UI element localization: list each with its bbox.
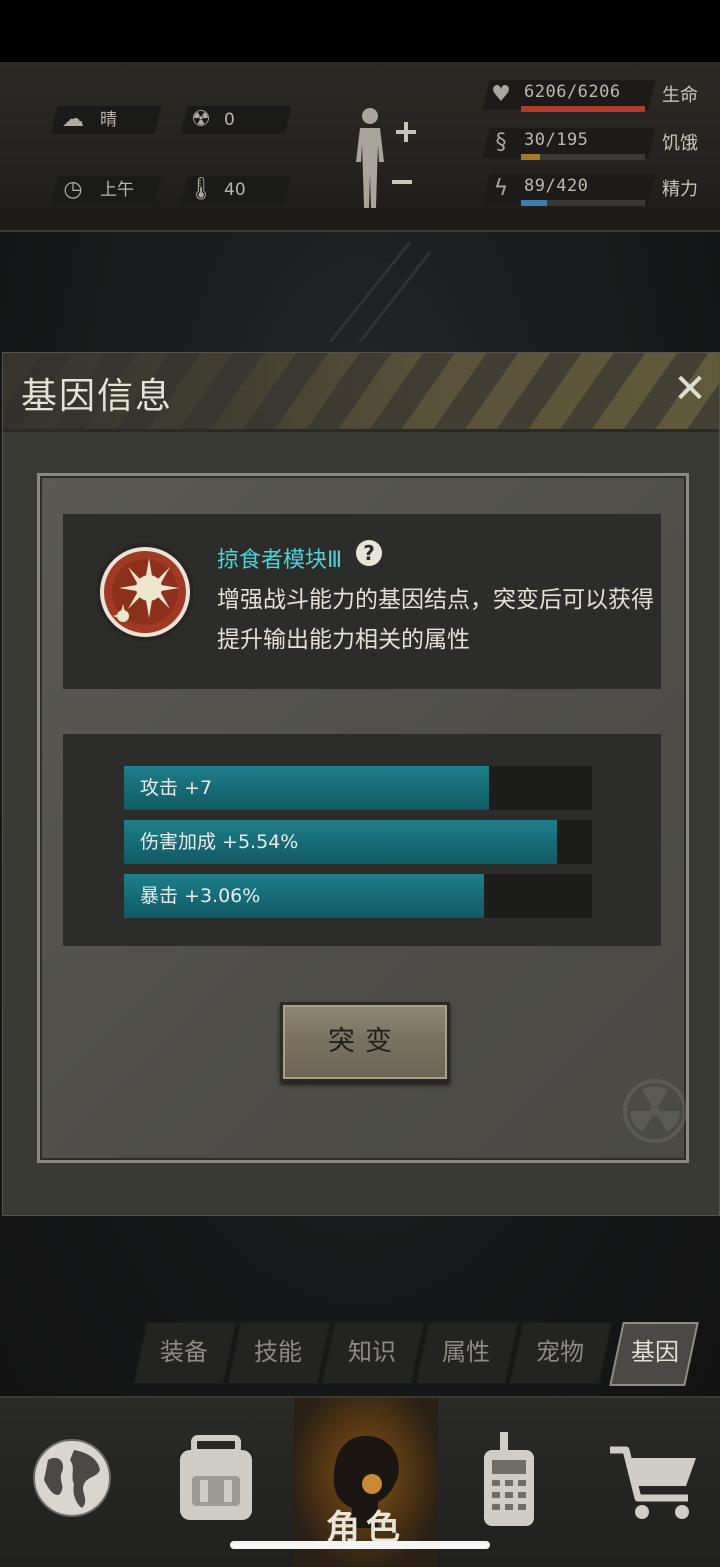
gene-info-box: 掠食者模块Ⅲ ? 增强战斗能力的基因结点，突变后可以获得提升输出能力相关的属性 [63,514,661,689]
close-icon[interactable]: ✕ [667,363,713,415]
life-label: 生命 [662,85,698,106]
stat-row-damage-bonus: 伤害加成 +5.54% [124,820,592,864]
weather-label: 晴 [100,110,117,130]
tab-pets-label[interactable]: 宠物 [513,1322,607,1382]
human-body-icon[interactable] [348,104,420,214]
temperature-value: 40 [224,180,246,200]
hunger-value: 30/195 [524,130,589,150]
stat-row-label: 攻击 +7 [140,777,213,799]
energy-label: 精力 [662,179,698,200]
energy-head-icon: ϟ [493,176,509,201]
spiky-virus-icon [96,543,194,641]
life-bar [521,106,645,112]
hunger-bar-fill [521,154,541,160]
gene-stats-box: 攻击 +7 伤害加成 +5.54% 暴击 +3.06% [63,734,661,946]
gene-info-modal: 基因信息 ✕ 掠食者模块Ⅲ ? 增强战斗能力的基因结点，突变后可以获得提升输出能… [2,352,720,1216]
radiation-emblem-icon [623,1079,687,1143]
stat-row-label: 暴击 +3.06% [140,885,261,907]
hunger-label: 饥饿 [662,133,698,154]
nav-world[interactable] [0,1398,144,1567]
help-icon[interactable]: ? [356,540,382,566]
globe-icon [33,1439,111,1517]
stomach-icon: § [495,130,507,155]
scene-decoration [328,241,432,343]
radiation-value: 0 [224,110,235,130]
energy-bar [521,200,645,206]
backpack-icon [180,1435,252,1520]
radiation-icon: ☢ [191,107,211,132]
cloud-sun-icon: ☁ [62,107,84,132]
nav-shop[interactable] [580,1398,720,1567]
character-tab-bar: 装备 技能 知识 属性 宠物 基因 [130,1322,710,1386]
time-label: 上午 [100,180,134,200]
energy-bar-fill [521,200,548,206]
shopping-cart-icon [610,1446,696,1519]
gene-name: 掠食者模块Ⅲ [217,548,343,573]
mutate-button[interactable]: 突变 [280,1002,450,1082]
stat-row-crit: 暴击 +3.06% [124,874,592,918]
top-safe-area [0,0,720,62]
tab-equipment-label[interactable]: 装备 [137,1322,231,1382]
energy-value: 89/420 [524,176,589,196]
hunger-bar [521,154,645,160]
stat-row-attack: 攻击 +7 [124,766,592,810]
thermometer-icon: 🌡︎ [187,177,215,202]
clock-icon: ◷ [63,177,83,202]
modal-title: 基因信息 [21,376,174,417]
life-bar-fill [521,106,645,112]
tab-attributes-label[interactable]: 属性 [419,1322,513,1382]
tab-skills-label[interactable]: 技能 [231,1322,325,1382]
home-indicator[interactable] [230,1541,490,1549]
gene-description: 增强战斗能力的基因结点，突变后可以获得提升输出能力相关的属性 [217,587,654,653]
tab-knowledge-label[interactable]: 知识 [325,1322,419,1382]
tab-genes-label[interactable]: 基因 [610,1322,700,1382]
heart-pulse-icon: ♥ [491,82,511,107]
stat-row-label: 伤害加成 +5.54% [140,831,299,853]
status-hud: ☁ 晴 ☢ 0 ◷ 上午 🌡︎ 40 ♥ 6206/6206 生命 § 30/1… [0,62,720,232]
radio-icon [484,1432,534,1526]
life-value: 6206/6206 [524,82,621,102]
gene-detail-panel: 掠食者模块Ⅲ ? 增强战斗能力的基因结点，突变后可以获得提升输出能力相关的属性 … [37,473,689,1163]
